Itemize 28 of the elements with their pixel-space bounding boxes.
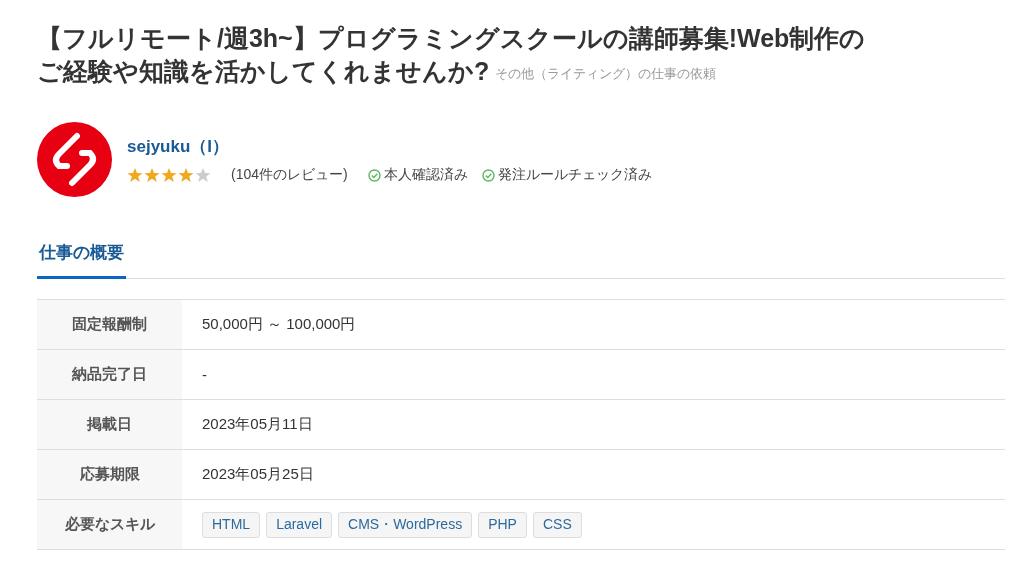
row-value: 2023年05月11日 [202, 415, 313, 432]
star-icon [178, 167, 194, 183]
star-icon [127, 167, 143, 183]
star-icon [144, 167, 160, 183]
client-name[interactable]: sejyuku（I） [127, 135, 652, 158]
star-icon [195, 167, 211, 183]
skill-tag[interactable]: Laravel [266, 511, 333, 538]
skill-tag[interactable]: PHP [478, 511, 527, 538]
client-logo-icon [37, 122, 112, 197]
skill-tag[interactable]: CMS・WordPress [338, 511, 473, 538]
row-label: 掲載日 [37, 399, 182, 450]
star-icon [161, 167, 177, 183]
review-count[interactable]: (104件のレビュー) [231, 166, 348, 184]
row-label: 固定報酬制 [37, 299, 182, 350]
job-title-line: 【フルリモート/週3h~】プログラミングスクールの講師募集!Web制作の [37, 24, 866, 52]
row-label: 応募期限 [37, 449, 182, 500]
tab[interactable]: 仕事の概要 [37, 241, 126, 279]
row-label: 必要なスキル [37, 499, 182, 550]
row-value: 50,000円 ～ 100,000円 [202, 315, 356, 332]
row-label: 納品完了日 [37, 349, 182, 400]
skill-tag[interactable]: HTML [202, 511, 261, 538]
verification-label: 本人確認済み [383, 166, 468, 184]
row-value: - [202, 366, 207, 383]
category-label: その他（ライティング）の仕事の依頼 [495, 66, 717, 81]
job-title-line: ご経験や知識を活かしてくれませんか? [37, 57, 490, 85]
skill-tag[interactable]: CSS [532, 511, 582, 538]
verification-label: 発注ルールチェック済み [497, 166, 652, 184]
row-value: 2023年05月25日 [202, 465, 314, 482]
